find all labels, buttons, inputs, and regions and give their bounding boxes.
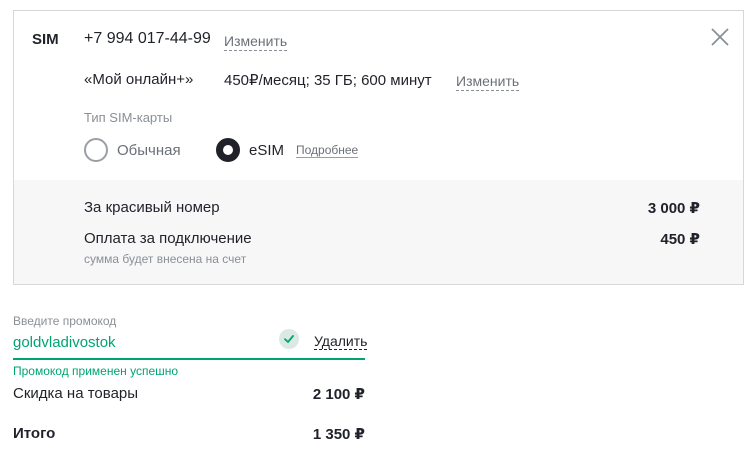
discount-label: Скидка на товары [13, 385, 139, 402]
fee-row: За красивый номер 3 000 ₽ [84, 199, 700, 217]
sim-card: SIM +7 994 017-44-99 Изменить «Мой онлай… [13, 10, 744, 285]
radio-checked-icon [216, 138, 240, 162]
fee-price: 3 000 ₽ [647, 200, 700, 217]
fee-label: За красивый номер [84, 199, 220, 216]
fee-price: 450 ₽ [660, 231, 700, 248]
fee-note: сумма будет внесена на счет [84, 252, 247, 266]
sim-type-label: Тип SIM-карты [84, 110, 173, 125]
total-row: Итого 1 350 ₽ [13, 425, 365, 443]
promo-underline [13, 358, 365, 360]
phone-number: +7 994 017-44-99 [84, 30, 211, 47]
fee-row: Оплата за подключение 450 ₽ [84, 230, 700, 248]
change-phone-link[interactable]: Изменить [224, 33, 288, 51]
discount-value: 2 100 ₽ [312, 386, 365, 403]
radio-regular-label: Обычная [117, 141, 181, 159]
sim-label: SIM [32, 31, 59, 48]
promo-code-input[interactable] [13, 329, 303, 355]
radio-circle-icon [84, 138, 108, 162]
total-label: Итого [13, 425, 56, 442]
promo-status: Промокод применен успешно [13, 364, 179, 378]
delete-promo-button[interactable]: Удалить [314, 333, 368, 350]
check-icon [279, 329, 299, 349]
radio-regular-sim[interactable]: Обычная [84, 138, 181, 162]
more-info-link[interactable]: Подробнее [296, 144, 359, 158]
total-value: 1 350 ₽ [312, 426, 365, 443]
fee-label: Оплата за подключение [84, 230, 252, 247]
discount-row: Скидка на товары 2 100 ₽ [13, 385, 365, 403]
change-tariff-link[interactable]: Изменить [456, 73, 520, 91]
promo-label: Введите промокод [13, 314, 117, 328]
close-icon[interactable] [709, 26, 731, 48]
tariff-info: 450₽/месяц; 35 ГБ; 600 минут [224, 72, 432, 89]
radio-esim-label: eSIM [249, 141, 285, 159]
tariff-name: «Мой онлайн+» [84, 71, 194, 88]
fees-section: За красивый номер 3 000 ₽ Оплата за подк… [14, 180, 743, 284]
radio-esim[interactable]: eSIM [216, 138, 284, 162]
